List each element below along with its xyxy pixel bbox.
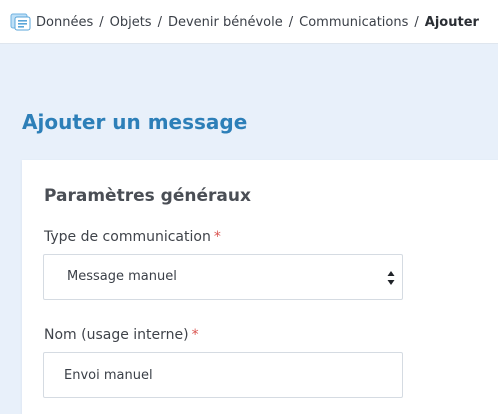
top-bar: Données / Objets / Devenir bénévole / Co… <box>0 0 498 44</box>
breadcrumb-separator: / <box>288 14 294 30</box>
breadcrumb-devenir-benevole[interactable]: Devenir bénévole <box>168 15 283 30</box>
breadcrumb-objets[interactable]: Objets <box>110 15 152 30</box>
internal-name-label: Nom (usage interne) * <box>44 327 199 343</box>
breadcrumb-separator: / <box>99 14 104 30</box>
internal-name-input[interactable] <box>43 352 403 398</box>
breadcrumb-current: Ajouter <box>424 14 479 30</box>
breadcrumb-communications[interactable]: Communications <box>299 15 408 30</box>
communication-type-select[interactable]: Message manuel <box>43 254 403 300</box>
internal-name-label-text: Nom (usage interne) <box>44 327 189 343</box>
section-title: Paramètres généraux <box>44 186 251 206</box>
breadcrumb-donnees[interactable]: Données <box>36 15 93 30</box>
communication-type-selected-value: Message manuel <box>67 269 177 284</box>
required-mark: * <box>213 229 221 245</box>
breadcrumb-separator: / <box>157 14 162 30</box>
page-title: Ajouter un message <box>22 110 248 134</box>
up-down-arrows-icon <box>387 270 395 286</box>
breadcrumb: Données / Objets / Devenir bénévole / Co… <box>10 12 479 32</box>
folder-icon <box>10 12 32 32</box>
general-settings-card: Paramètres généraux Type de communicatio… <box>22 160 498 414</box>
breadcrumb-separator: / <box>414 14 419 30</box>
required-mark: * <box>191 327 199 343</box>
communication-type-label: Type de communication * <box>44 229 221 245</box>
communication-type-label-text: Type de communication <box>44 229 211 245</box>
